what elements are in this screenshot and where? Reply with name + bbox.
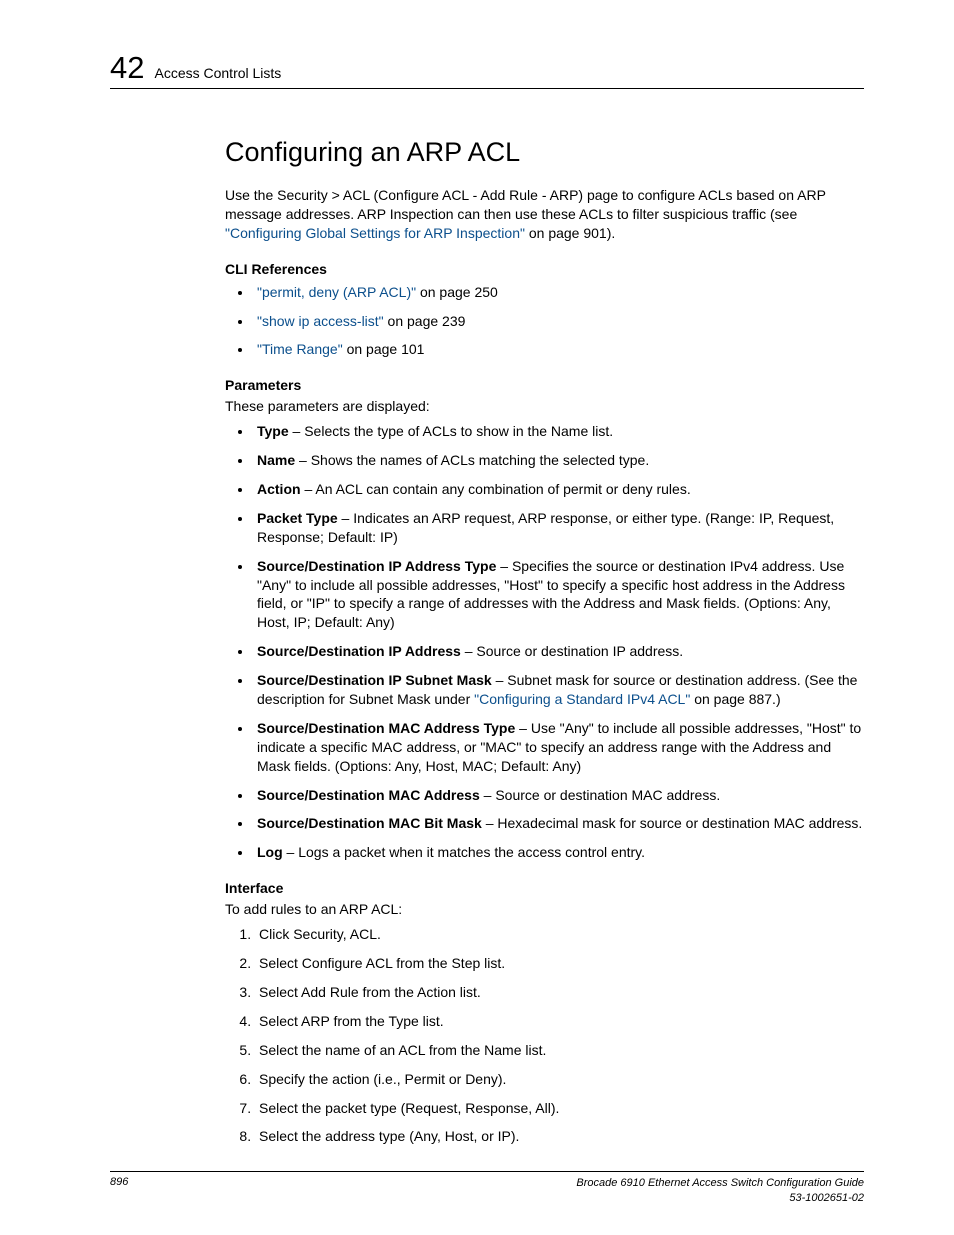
param-desc: – Source or destination MAC address.	[480, 787, 720, 803]
interface-intro: To add rules to an ARP ACL:	[225, 900, 864, 919]
param-term: Action	[257, 481, 301, 497]
param-desc: – Indicates an ARP request, ARP response…	[257, 510, 834, 545]
step-item: Select ARP from the Type list.	[255, 1012, 864, 1031]
doc-title: Brocade 6910 Ethernet Access Switch Conf…	[576, 1177, 864, 1189]
cli-ref-suffix: on page 250	[416, 284, 498, 300]
list-item: Source/Destination MAC Address – Source …	[253, 786, 864, 805]
doc-number: 53-1002651-02	[789, 1192, 864, 1204]
param-term: Source/Destination IP Address Type	[257, 558, 496, 574]
param-term: Source/Destination IP Address	[257, 643, 461, 659]
list-item: Name – Shows the names of ACLs matching …	[253, 451, 864, 470]
cli-references-list: "permit, deny (ARP ACL)" on page 250 "sh…	[225, 283, 864, 360]
list-item: Source/Destination MAC Address Type – Us…	[253, 719, 864, 776]
step-item: Select Configure ACL from the Step list.	[255, 954, 864, 973]
step-item: Select the name of an ACL from the Name …	[255, 1041, 864, 1060]
list-item: "permit, deny (ARP ACL)" on page 250	[253, 283, 864, 302]
list-item: Source/Destination MAC Bit Mask – Hexade…	[253, 814, 864, 833]
list-item: Source/Destination IP Address Type – Spe…	[253, 557, 864, 633]
list-item: Action – An ACL can contain any combinat…	[253, 480, 864, 499]
param-link[interactable]: "Configuring a Standard IPv4 ACL"	[474, 691, 690, 707]
cli-ref-link[interactable]: "permit, deny (ARP ACL)"	[257, 284, 416, 300]
chapter-number: 42	[110, 50, 144, 86]
list-item: "Time Range" on page 101	[253, 340, 864, 359]
intro-text-2: on page 901).	[525, 225, 615, 241]
chapter-name: Access Control Lists	[154, 65, 281, 81]
cli-ref-suffix: on page 101	[343, 341, 425, 357]
step-item: Specify the action (i.e., Permit or Deny…	[255, 1070, 864, 1089]
page-number: 896	[110, 1176, 128, 1188]
list-item: Log – Logs a packet when it matches the …	[253, 843, 864, 862]
interface-heading: Interface	[225, 880, 864, 896]
content-area: Configuring an ARP ACL Use the Security …	[225, 137, 864, 1146]
list-item: "show ip access-list" on page 239	[253, 312, 864, 331]
list-item: Source/Destination IP Subnet Mask – Subn…	[253, 671, 864, 709]
param-term: Source/Destination MAC Address Type	[257, 720, 515, 736]
intro-link[interactable]: "Configuring Global Settings for ARP Ins…	[225, 225, 525, 241]
param-desc: – Selects the type of ACLs to show in th…	[289, 423, 614, 439]
intro-paragraph: Use the Security > ACL (Configure ACL - …	[225, 186, 864, 243]
step-item: Select the packet type (Request, Respons…	[255, 1099, 864, 1118]
param-term: Packet Type	[257, 510, 338, 526]
interface-steps: Click Security, ACL. Select Configure AC…	[225, 925, 864, 1146]
parameters-heading: Parameters	[225, 377, 864, 393]
param-term: Source/Destination IP Subnet Mask	[257, 672, 492, 688]
list-item: Type – Selects the type of ACLs to show …	[253, 422, 864, 441]
param-term: Name	[257, 452, 295, 468]
param-term: Source/Destination MAC Bit Mask	[257, 815, 482, 831]
doc-id: Brocade 6910 Ethernet Access Switch Conf…	[576, 1176, 864, 1205]
param-term: Log	[257, 844, 283, 860]
param-desc: – Hexadecimal mask for source or destina…	[482, 815, 863, 831]
param-term: Type	[257, 423, 289, 439]
step-item: Click Security, ACL.	[255, 925, 864, 944]
step-item: Select the address type (Any, Host, or I…	[255, 1127, 864, 1146]
page-footer: 896 Brocade 6910 Ethernet Access Switch …	[110, 1171, 864, 1205]
param-term: Source/Destination MAC Address	[257, 787, 480, 803]
parameters-intro: These parameters are displayed:	[225, 397, 864, 416]
list-item: Source/Destination IP Address – Source o…	[253, 642, 864, 661]
param-desc: – Shows the names of ACLs matching the s…	[295, 452, 649, 468]
parameters-list: Type – Selects the type of ACLs to show …	[225, 422, 864, 862]
page: 42 Access Control Lists Configuring an A…	[0, 0, 954, 1235]
cli-ref-link[interactable]: "Time Range"	[257, 341, 343, 357]
running-header: 42 Access Control Lists	[110, 50, 864, 89]
step-item: Select Add Rule from the Action list.	[255, 983, 864, 1002]
cli-ref-suffix: on page 239	[384, 313, 466, 329]
param-desc-post: on page 887.)	[690, 691, 780, 707]
param-desc: – Source or destination IP address.	[461, 643, 683, 659]
cli-ref-link[interactable]: "show ip access-list"	[257, 313, 384, 329]
cli-references-heading: CLI References	[225, 261, 864, 277]
list-item: Packet Type – Indicates an ARP request, …	[253, 509, 864, 547]
section-title: Configuring an ARP ACL	[225, 137, 864, 168]
param-desc: – An ACL can contain any combination of …	[301, 481, 691, 497]
intro-text-1: Use the Security > ACL (Configure ACL - …	[225, 187, 826, 222]
param-desc: – Logs a packet when it matches the acce…	[283, 844, 645, 860]
